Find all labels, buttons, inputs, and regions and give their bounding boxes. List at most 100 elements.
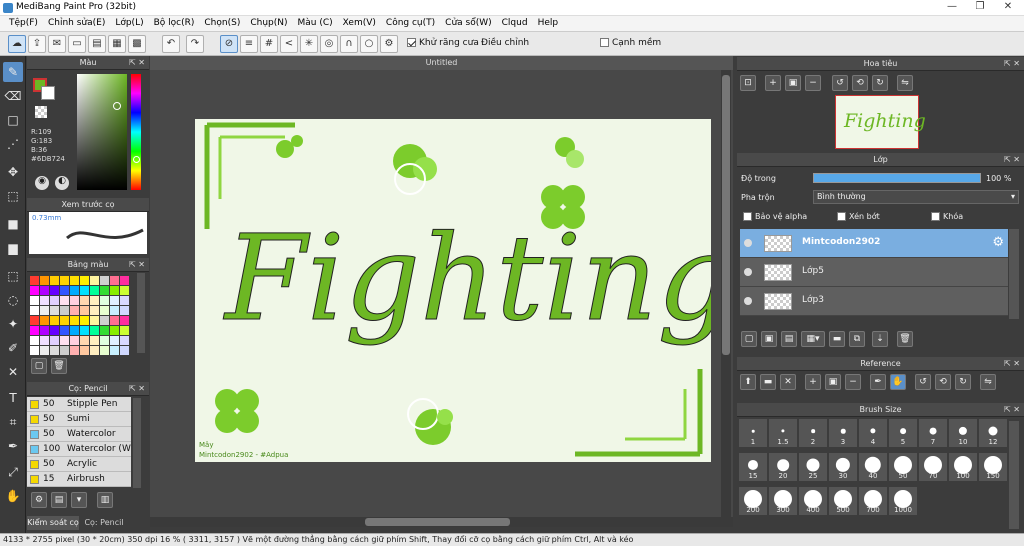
palette-swatch[interactable] — [50, 346, 59, 355]
select-tool-icon[interactable]: ⬚ — [3, 266, 23, 286]
operation-tool-icon[interactable]: ⤢ — [3, 462, 23, 482]
palette-swatch[interactable] — [30, 336, 39, 345]
background-color-swatch[interactable] — [41, 86, 55, 100]
canvas-vertical-scrollbar[interactable] — [721, 70, 731, 517]
zoom-in-icon[interactable]: + — [765, 75, 781, 91]
palette-swatch[interactable] — [80, 326, 89, 335]
palette-swatch[interactable] — [40, 316, 49, 325]
magic-wand-tool-icon[interactable]: ✦ — [3, 314, 23, 334]
brush-tool-icon[interactable]: ✎ — [3, 62, 23, 82]
rotate-left-icon[interactable]: ↺ — [832, 75, 848, 91]
palette-swatch[interactable] — [40, 276, 49, 285]
palette-swatch[interactable] — [60, 276, 69, 285]
brush-size-option[interactable]: 300 — [769, 487, 797, 515]
palette-swatch[interactable] — [60, 286, 69, 295]
delete-palette-color-icon[interactable]: 🗑 — [51, 358, 67, 374]
menu-help[interactable]: Help — [533, 16, 564, 31]
brush-size-option[interactable]: 15 — [739, 453, 767, 481]
menu-color[interactable]: Màu (C) — [293, 16, 338, 31]
palette-swatch[interactable] — [90, 306, 99, 315]
palette-swatch[interactable] — [80, 276, 89, 285]
palette-swatch[interactable] — [60, 336, 69, 345]
palette-swatch[interactable] — [60, 296, 69, 305]
palette-swatch[interactable] — [30, 326, 39, 335]
brush-size-option[interactable]: 1000 — [889, 487, 917, 515]
undo-icon[interactable]: ↶ — [162, 35, 180, 53]
menu-tools[interactable]: Công cụ(T) — [381, 16, 440, 31]
add-palette-color-icon[interactable]: ▢ — [31, 358, 47, 374]
clipping-checkbox[interactable]: Xén bớt — [837, 212, 880, 221]
panel-pin-close-icon[interactable]: ⇱ ✕ — [1004, 153, 1020, 167]
grid-page-icon[interactable]: ▦ — [108, 35, 126, 53]
merge-layer-icon[interactable]: ⇣ — [872, 331, 888, 347]
palette-swatch[interactable] — [50, 296, 59, 305]
palette-swatch[interactable] — [80, 306, 89, 315]
menu-snap[interactable]: Chụp(N) — [245, 16, 292, 31]
upload-icon[interactable]: ⇪ — [28, 35, 46, 53]
layer-menu-icon[interactable]: ▦▾ — [801, 331, 825, 347]
menu-select[interactable]: Chọn(S) — [199, 16, 245, 31]
brush-list-item[interactable]: 100 Watercolor (W — [27, 442, 131, 457]
text-tool-icon[interactable]: T — [3, 388, 23, 408]
palette-swatch[interactable] — [100, 286, 109, 295]
brush-size-option[interactable]: 25 — [799, 453, 827, 481]
blend-select[interactable]: Bình thường ▾ — [813, 190, 1019, 204]
cloud-icon[interactable]: ☁ — [8, 35, 26, 53]
palette-swatch[interactable] — [40, 326, 49, 335]
brush-list-item[interactable]: 50 Watercolor — [27, 427, 131, 442]
brush-size-option[interactable]: 50 — [889, 453, 917, 481]
palette-swatch[interactable] — [50, 306, 59, 315]
menu-file[interactable]: Tệp(F) — [4, 16, 43, 31]
lasso-tool-icon[interactable]: ◌ — [3, 290, 23, 310]
zoom-out-icon[interactable]: − — [805, 75, 821, 91]
brush-size-option[interactable]: 12 — [979, 419, 1007, 447]
palette-swatch[interactable] — [90, 286, 99, 295]
palette-swatch[interactable] — [40, 296, 49, 305]
page-icon[interactable]: ▤ — [88, 35, 106, 53]
palette-swatch[interactable] — [110, 286, 119, 295]
palette-swatch[interactable] — [120, 336, 129, 345]
move-tool-icon[interactable]: ✥ — [3, 162, 23, 182]
divide-tool-icon[interactable]: ⌗ — [3, 412, 23, 432]
dot-tool-icon[interactable]: ⋰ — [3, 134, 23, 154]
reference-close-icon[interactable]: ✕ — [780, 374, 796, 390]
panel-pin-close-icon[interactable]: ⇱ ✕ — [1004, 403, 1020, 417]
brush-size-option[interactable]: 4 — [859, 419, 887, 447]
visibility-icon[interactable] — [744, 239, 752, 247]
brush-size-option[interactable]: 700 — [859, 487, 887, 515]
palette-swatch[interactable] — [100, 296, 109, 305]
reference-rotate-left-icon[interactable]: ↺ — [915, 374, 931, 390]
visibility-icon[interactable] — [744, 297, 752, 305]
brush-size-scrollbar[interactable] — [1009, 421, 1019, 529]
tab-brush-control[interactable]: Kiểm soát cọ — [27, 516, 79, 530]
hue-slider-cursor[interactable] — [133, 156, 140, 163]
brush-dropdown-icon[interactable]: ▾ — [71, 492, 87, 508]
palette-swatch[interactable] — [100, 306, 109, 315]
tab-brush-pencil[interactable]: Cọ: Pencil — [81, 516, 127, 530]
document-tab[interactable]: Untitled — [150, 56, 733, 70]
menu-edit[interactable]: Chỉnh sửa(E) — [43, 16, 110, 31]
artboard[interactable]: Fighting Mây Mintcodon2902 - #Adpua — [195, 119, 733, 462]
palette-swatch[interactable] — [80, 296, 89, 305]
brush-menu-icon[interactable]: ▤ — [51, 492, 67, 508]
palette-swatch[interactable] — [30, 286, 39, 295]
palette-swatch[interactable] — [90, 296, 99, 305]
antialias-checkbox[interactable]: Khử răng cưa — [407, 38, 479, 48]
palette-swatch[interactable] — [60, 346, 69, 355]
minimize-button[interactable]: — — [938, 0, 966, 14]
palette-swatch[interactable] — [100, 276, 109, 285]
palette-swatch[interactable] — [80, 346, 89, 355]
brush-list-item[interactable]: 50 Acrylic — [27, 457, 131, 472]
close-button[interactable]: ✕ — [994, 0, 1022, 14]
palette-swatch[interactable] — [60, 326, 69, 335]
concentric-circle-icon[interactable]: ◎ — [320, 35, 338, 53]
palette-swatch[interactable] — [100, 326, 109, 335]
brush-size-option[interactable]: 10 — [949, 419, 977, 447]
reference-eyedropper-icon[interactable]: ✒ — [870, 374, 886, 390]
redo-icon[interactable]: ↷ — [186, 35, 204, 53]
navigator-thumbnail[interactable]: Fighting — [835, 95, 926, 149]
palette-swatch[interactable] — [70, 346, 79, 355]
add-brush-icon[interactable]: ⚙ — [31, 492, 47, 508]
brush-size-option[interactable]: 20 — [769, 453, 797, 481]
palette-swatch[interactable] — [70, 306, 79, 315]
